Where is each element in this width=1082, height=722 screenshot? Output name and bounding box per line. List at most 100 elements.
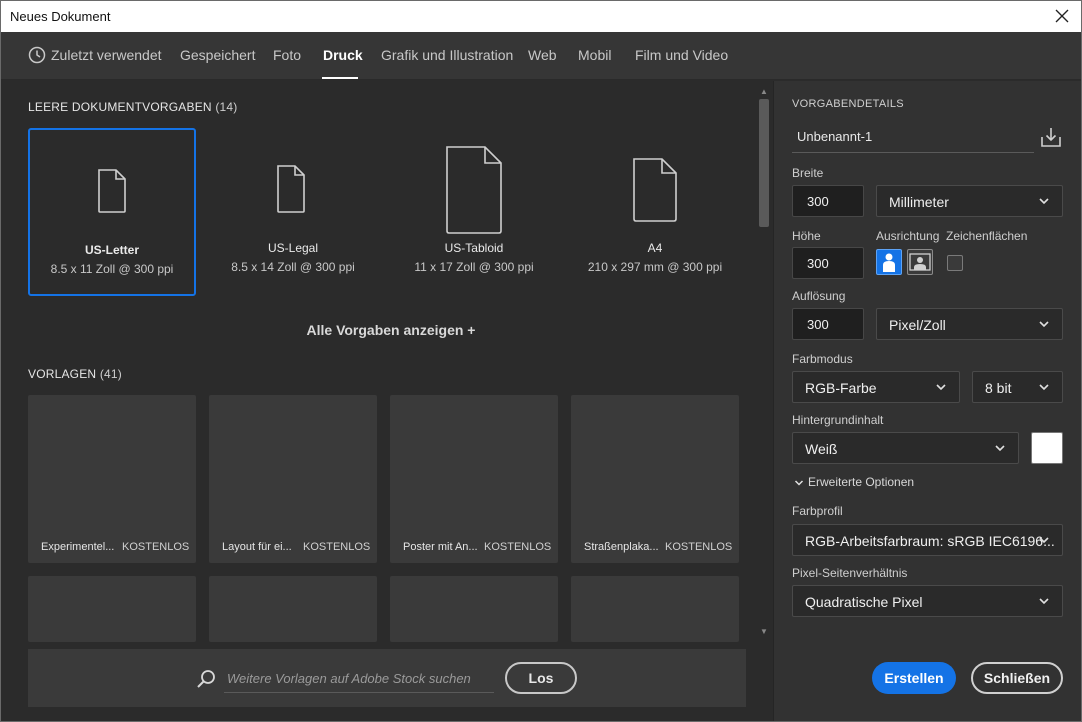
scrollbar-thumb[interactable] [759,99,769,227]
presets-section-title: LEERE DOKUMENTVORGABEN (14) [28,100,237,114]
portrait-icon [883,253,895,272]
pixel-aspect-value: Quadratische Pixel [805,594,923,610]
document-icon [277,165,305,213]
chevron-down-icon [794,480,804,486]
chevron-down-icon [995,445,1005,452]
template-card[interactable]: Poster mit An... KOSTENLOS [390,395,558,563]
tab-saved[interactable]: Gespeichert [180,47,255,63]
preset-details-panel: VORGABENDETAILS Unbenannt-1 Breite 300 M… [773,81,1081,721]
pixel-aspect-select[interactable]: Quadratische Pixel [792,585,1063,617]
new-document-dialog: Neues Dokument Zuletzt verwendet Gespeic… [0,0,1082,722]
bit-depth-select[interactable]: 8 bit [972,371,1063,403]
background-value: Weiß [805,441,838,457]
height-label: Höhe [792,229,821,243]
template-name: Layout für ei... [222,541,292,553]
advanced-options-toggle[interactable]: Erweiterte Optionen [794,475,914,489]
landscape-orientation-button[interactable] [907,249,933,275]
preset-size: 11 x 17 Zoll @ 300 ppi [414,260,534,274]
tab-recent[interactable]: Zuletzt verwendet [51,47,162,63]
scroll-down-icon[interactable]: ▼ [759,627,769,637]
orientation-label: Ausrichtung [876,229,940,243]
preset-us-legal[interactable]: US-Legal 8.5 x 14 Zoll @ 300 ppi [209,128,377,296]
resolution-unit-select[interactable]: Pixel/Zoll [876,308,1063,340]
color-profile-value: RGB-Arbeitsfarbraum: sRGB IEC6196... [805,533,1055,549]
stock-search-input[interactable] [224,665,494,693]
chevron-down-icon [1039,384,1049,391]
search-go-button[interactable]: Los [505,662,577,694]
show-all-presets-link[interactable]: Alle Vorgaben anzeigen + [291,322,491,338]
preset-size: 8.5 x 14 Zoll @ 300 ppi [231,260,355,274]
scroll-up-icon[interactable]: ▲ [759,87,769,97]
document-icon [446,146,502,234]
preset-us-tabloid[interactable]: US-Tabloid 11 x 17 Zoll @ 300 ppi [390,128,558,296]
background-color-swatch[interactable] [1031,432,1063,464]
details-title: VORGABENDETAILS [792,98,904,110]
template-badge: KOSTENLOS [303,541,371,553]
tab-web[interactable]: Web [528,47,557,63]
preset-name: US-Letter [84,243,139,257]
preset-size: 210 x 297 mm @ 300 ppi [587,260,723,274]
close-button[interactable]: Schließen [971,662,1063,694]
template-card[interactable]: Straßenplaka... KOSTENLOS [571,395,739,563]
active-tab-indicator [322,77,358,79]
preset-a4[interactable]: A4 210 x 297 mm @ 300 ppi [571,128,739,296]
tab-photo[interactable]: Foto [273,47,301,63]
background-select[interactable]: Weiß [792,432,1019,464]
template-name: Straßenplaka... [584,541,659,553]
tab-film-video[interactable]: Film und Video [635,47,728,63]
window-title: Neues Dokument [10,9,111,24]
template-card[interactable] [571,576,739,642]
preset-name: US-Tabloid [444,241,504,255]
bit-depth-value: 8 bit [985,380,1012,396]
width-input[interactable]: 300 [792,185,864,217]
close-icon[interactable] [1051,5,1073,27]
document-name-field[interactable]: Unbenannt-1 [792,119,1034,153]
preset-size: 8.5 x 11 Zoll @ 300 ppi [50,262,174,276]
unit-select[interactable]: Millimeter [876,185,1063,217]
width-label: Breite [792,166,824,180]
template-card[interactable] [28,576,196,642]
search-icon [197,670,215,688]
save-preset-icon[interactable] [1040,126,1062,148]
resolution-label: Auflösung [792,289,846,303]
tab-graphics[interactable]: Grafik und Illustration [381,47,513,63]
template-name: Experimentel... [41,541,115,553]
color-mode-select[interactable]: RGB-Farbe [792,371,960,403]
template-card[interactable] [390,576,558,642]
templates-count: (41) [99,367,122,381]
preset-name: US-Legal [267,241,319,255]
preset-name: A4 [647,241,663,255]
pixel-aspect-label: Pixel-Seitenverhältnis [792,566,908,580]
portrait-orientation-button[interactable] [876,249,902,275]
landscape-icon [909,253,931,271]
color-mode-label: Farbmodus [792,352,853,366]
template-badge: KOSTENLOS [122,541,190,553]
tab-print[interactable]: Druck [323,47,363,63]
document-icon [98,169,126,213]
stock-search-bar: Los [28,649,746,707]
background-label: Hintergrundinhalt [792,413,884,427]
templates-scrollbar[interactable]: ▲ ▼ [757,83,771,641]
height-input[interactable]: 300 [792,247,864,279]
template-card[interactable]: Layout für ei... KOSTENLOS [209,395,377,563]
color-mode-value: RGB-Farbe [805,380,877,396]
unit-value: Millimeter [889,194,949,210]
template-badge: KOSTENLOS [484,541,552,553]
resolution-input[interactable]: 300 [792,308,864,340]
preset-us-letter[interactable]: US-Letter 8.5 x 11 Zoll @ 300 ppi [28,128,196,296]
create-button[interactable]: Erstellen [872,662,956,694]
title-bar: Neues Dokument [1,1,1081,32]
templates-section-title: VORLAGEN (41) [28,367,122,381]
template-card[interactable]: Experimentel... KOSTENLOS [28,395,196,563]
chevron-down-icon [1039,598,1049,605]
template-card[interactable] [209,576,377,642]
templates-section-label: VORLAGEN [28,367,97,381]
template-name: Poster mit An... [403,541,478,553]
advanced-options-label: Erweiterte Optionen [808,475,915,489]
color-profile-select[interactable]: RGB-Arbeitsfarbraum: sRGB IEC6196... [792,524,1063,556]
tab-mobile[interactable]: Mobil [578,47,611,63]
resolution-unit-value: Pixel/Zoll [889,317,946,333]
artboards-checkbox[interactable] [947,255,963,271]
clock-icon [28,46,46,64]
presets-area: LEERE DOKUMENTVORGABEN (14) US-Letter 8.… [1,81,771,721]
